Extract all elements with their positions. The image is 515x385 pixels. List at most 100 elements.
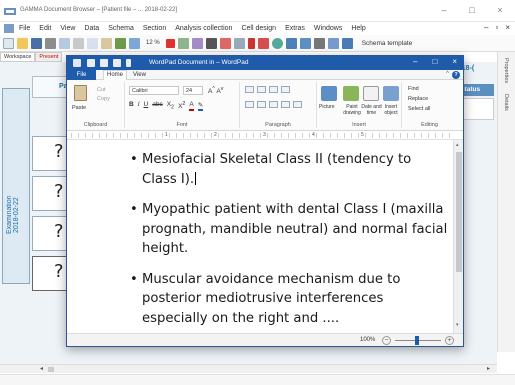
quick-access-menu-icon[interactable]: [126, 59, 131, 67]
highlight-icon[interactable]: ✎: [197, 101, 204, 111]
select-all-button[interactable]: Select all: [408, 106, 430, 112]
v-scroll-thumb[interactable]: [456, 152, 462, 272]
document-vertical-scrollbar[interactable]: ▴ ▾: [453, 140, 463, 333]
menu-schema[interactable]: Schema: [108, 25, 134, 32]
date-time-icon[interactable]: [363, 86, 379, 101]
menu-extras[interactable]: Extras: [285, 25, 305, 32]
quick-redo-icon[interactable]: [113, 59, 121, 67]
side-label-properties[interactable]: Properties: [503, 58, 509, 83]
cut-icon[interactable]: [73, 37, 84, 49]
schema-template-label[interactable]: Schema template: [362, 40, 413, 47]
document-menu-icon[interactable]: [3, 24, 15, 33]
paste-icon[interactable]: [101, 37, 112, 49]
preview-icon[interactable]: [59, 37, 70, 49]
grid2-icon[interactable]: [299, 37, 311, 49]
question-cell[interactable]: ?: [32, 176, 70, 211]
image-icon[interactable]: [115, 37, 126, 49]
child-minimize-icon[interactable]: –: [484, 23, 488, 32]
bar-icon[interactable]: [247, 37, 255, 49]
align-center-icon[interactable]: [257, 101, 266, 108]
insert-object-icon[interactable]: [383, 86, 399, 101]
increase-indent-icon[interactable]: [257, 86, 266, 93]
wordpad-maximize-icon[interactable]: □: [432, 57, 437, 66]
quick-undo-icon[interactable]: [100, 59, 108, 67]
print2-icon[interactable]: [313, 37, 325, 49]
question-cell[interactable]: ?: [32, 216, 70, 251]
save-icon[interactable]: [31, 37, 42, 49]
tab-view[interactable]: View: [133, 72, 146, 78]
wordpad-minimize-icon[interactable]: –: [413, 57, 417, 66]
zoom-icon[interactable]: [129, 37, 140, 49]
maximize-icon[interactable]: □: [465, 5, 479, 15]
layout-icon[interactable]: [191, 37, 203, 49]
paste-large-icon[interactable]: [74, 85, 87, 101]
child-close-icon[interactable]: ×: [505, 23, 510, 32]
question-cell[interactable]: ?: [32, 256, 70, 291]
zoom-in-icon[interactable]: +: [445, 336, 454, 345]
camera-icon[interactable]: [205, 37, 217, 49]
side-label-details[interactable]: Details: [503, 94, 509, 111]
ruler[interactable]: 1 2 3 4 5: [67, 131, 463, 140]
picture-button[interactable]: Picture: [319, 104, 335, 110]
font-family-select[interactable]: Calibri: [129, 86, 179, 95]
paste-button[interactable]: Paste: [72, 105, 86, 111]
table-icon[interactable]: [233, 37, 245, 49]
close-icon[interactable]: ×: [493, 5, 507, 15]
app-horizontal-scrollbar[interactable]: ◂ ▸: [0, 364, 497, 373]
export-icon[interactable]: [285, 37, 297, 49]
menu-analysis-collection[interactable]: Analysis collection: [175, 25, 232, 32]
picture-icon[interactable]: [321, 86, 337, 101]
insert-object-button[interactable]: Insert object: [381, 104, 401, 116]
ribbon-collapse-icon[interactable]: ^: [446, 71, 449, 77]
copy-button[interactable]: Copy: [97, 96, 110, 102]
wordpad-app-icon[interactable]: [73, 59, 81, 67]
zoom-slider-thumb[interactable]: [415, 336, 419, 345]
screen-icon[interactable]: [341, 37, 353, 49]
menu-file[interactable]: File: [19, 25, 30, 32]
menu-section[interactable]: Section: [143, 25, 166, 32]
print-icon[interactable]: [45, 37, 56, 49]
scroll-left-icon[interactable]: ◂: [40, 365, 43, 372]
question-cell[interactable]: ?: [32, 136, 70, 171]
font-color-icon[interactable]: A: [189, 101, 194, 111]
paint-drawing-icon[interactable]: [343, 86, 359, 101]
menu-data[interactable]: Data: [84, 25, 99, 32]
tab-file[interactable]: File: [67, 70, 96, 80]
menu-cell-design[interactable]: Cell design: [241, 25, 276, 32]
subscript-button[interactable]: X2: [167, 101, 174, 111]
new-icon[interactable]: [3, 37, 14, 49]
zoom-out-icon[interactable]: −: [382, 336, 391, 345]
document-area[interactable]: • Mesiofacial Skeletal Class II (tendency…: [67, 140, 453, 333]
superscript-button[interactable]: X2: [178, 101, 185, 111]
strikethrough-button[interactable]: abc: [152, 101, 162, 111]
justify-icon[interactable]: [281, 101, 290, 108]
grid-icon[interactable]: [177, 37, 189, 49]
tab-workspace[interactable]: Workspace: [0, 52, 36, 62]
copy-icon[interactable]: [87, 37, 98, 49]
menu-edit[interactable]: Edit: [39, 25, 51, 32]
tools-icon[interactable]: [257, 37, 269, 49]
list-item[interactable]: • Myopathic patient with dental Class I (…: [130, 200, 450, 259]
menu-view[interactable]: View: [60, 25, 75, 32]
globe-icon[interactable]: [271, 37, 283, 49]
list-item[interactable]: • Mesiofacial Skeletal Class II (tendency…: [130, 150, 450, 189]
quick-save-icon[interactable]: [87, 59, 95, 67]
arrow-icon[interactable]: [327, 37, 339, 49]
list-icon[interactable]: [269, 86, 278, 93]
h-scroll-thumb[interactable]: [48, 367, 54, 372]
date-time-button[interactable]: Date and time: [360, 104, 383, 116]
menu-help[interactable]: Help: [351, 25, 365, 32]
minimize-icon[interactable]: –: [437, 5, 451, 15]
delete-icon[interactable]: [165, 38, 175, 48]
italic-button[interactable]: I: [138, 101, 140, 111]
child-restore-icon[interactable]: ▫: [495, 23, 498, 32]
bold-button[interactable]: B: [129, 101, 134, 111]
underline-button[interactable]: U: [144, 101, 149, 111]
align-left-icon[interactable]: [245, 101, 254, 108]
tab-present[interactable]: Present: [35, 52, 63, 62]
wordpad-close-icon[interactable]: ×: [452, 57, 457, 66]
toolbar-zoom-value[interactable]: 12 %: [146, 40, 160, 46]
list-item[interactable]: • Muscular avoidance mechanism due to pos…: [130, 270, 450, 329]
decrease-indent-icon[interactable]: [245, 86, 254, 93]
grow-font-icon[interactable]: A^ Av: [208, 86, 223, 95]
